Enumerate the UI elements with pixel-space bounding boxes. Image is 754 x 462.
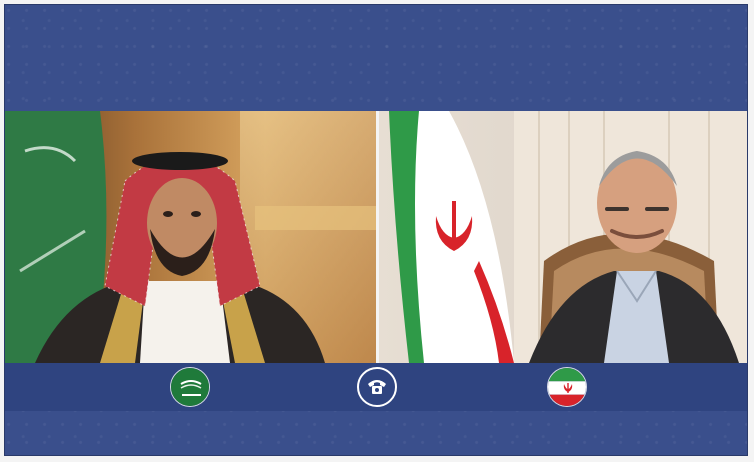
photo-row [5,111,747,363]
bottom-band [5,411,747,455]
right-portrait-illustration [378,111,747,363]
right-portrait-photo [375,111,747,363]
icon-bar [5,363,747,411]
iran-flag-icon [547,367,587,407]
banner-frame [4,4,748,456]
left-portrait-photo [5,111,376,363]
telephone-icon [357,367,397,407]
left-portrait-illustration [5,111,376,363]
top-band [5,5,747,111]
saudi-flag-icon [170,367,210,407]
